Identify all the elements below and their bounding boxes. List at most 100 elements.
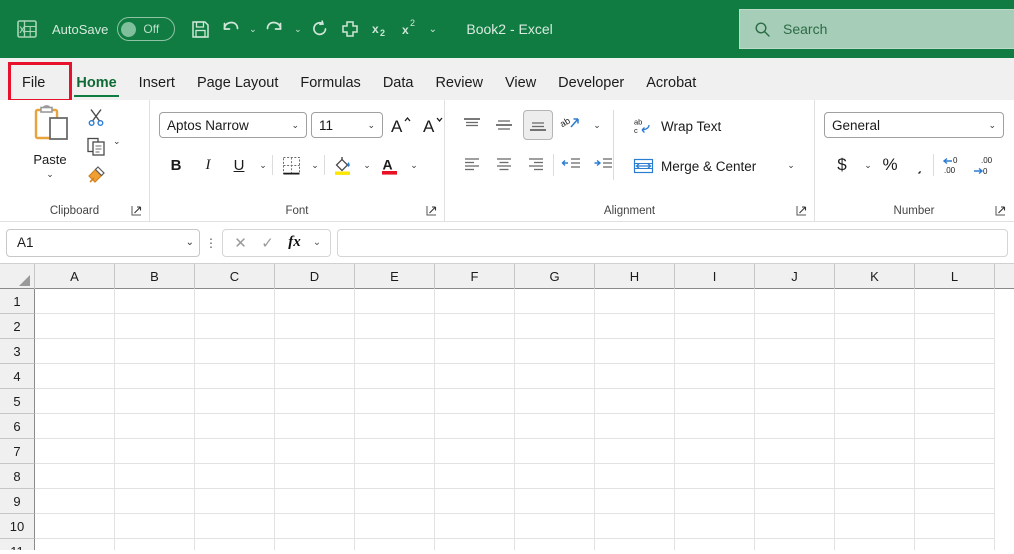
tab-acrobat[interactable]: Acrobat xyxy=(635,75,707,101)
alignment-dialog-launcher[interactable] xyxy=(795,204,808,217)
cell-J8[interactable] xyxy=(755,464,835,489)
cell-F2[interactable] xyxy=(435,314,515,339)
cell-C10[interactable] xyxy=(195,514,275,539)
cell-A5[interactable] xyxy=(35,389,115,414)
cell-H8[interactable] xyxy=(595,464,675,489)
font-size-combo[interactable]: 11 ⌄ xyxy=(311,112,383,138)
font-name-caret-icon[interactable]: ⌄ xyxy=(288,120,302,131)
cell-E11[interactable] xyxy=(355,539,435,550)
cell-G6[interactable] xyxy=(515,414,595,439)
wrap-text-button[interactable]: ab c Wrap Text xyxy=(631,112,722,140)
font-color-dropdown-caret-icon[interactable]: ⌄ xyxy=(401,152,427,178)
formula-input[interactable] xyxy=(337,228,1008,257)
name-box-caret-icon[interactable]: ⌄ xyxy=(186,237,194,248)
cell-G5[interactable] xyxy=(515,389,595,414)
column-header-f[interactable]: F xyxy=(435,264,515,289)
cell-F5[interactable] xyxy=(435,389,515,414)
subscript-icon[interactable]: x 2 xyxy=(365,14,395,44)
cell-B4[interactable] xyxy=(115,364,195,389)
cell-B9[interactable] xyxy=(115,489,195,514)
comma-style-button[interactable]: ͵ xyxy=(907,152,933,178)
cell-K9[interactable] xyxy=(835,489,915,514)
increase-font-size-button[interactable]: A xyxy=(388,112,414,138)
cell-L8[interactable] xyxy=(915,464,995,489)
name-box[interactable]: A1 ⌄ xyxy=(6,228,200,257)
insert-function-button[interactable]: fx xyxy=(281,231,308,255)
copy-dropdown-caret-icon[interactable]: ⌄ xyxy=(113,136,121,147)
column-header-b[interactable]: B xyxy=(115,264,195,289)
cell-C6[interactable] xyxy=(195,414,275,439)
tab-developer[interactable]: Developer xyxy=(547,75,635,101)
formula-bar-options-icon[interactable]: ⋮ xyxy=(200,237,222,249)
cell-G7[interactable] xyxy=(515,439,595,464)
cell-K2[interactable] xyxy=(835,314,915,339)
cell-H11[interactable] xyxy=(595,539,675,550)
cell-K10[interactable] xyxy=(835,514,915,539)
insert-function-caret-icon[interactable]: ⌄ xyxy=(308,231,326,255)
save-icon[interactable] xyxy=(185,14,215,44)
cell-L6[interactable] xyxy=(915,414,995,439)
cell-B2[interactable] xyxy=(115,314,195,339)
cell-F3[interactable] xyxy=(435,339,515,364)
cell-F6[interactable] xyxy=(435,414,515,439)
cell-J2[interactable] xyxy=(755,314,835,339)
redo-dropdown-caret-icon[interactable]: ⌄ xyxy=(290,14,305,44)
cell-L11[interactable] xyxy=(915,539,995,550)
tab-file[interactable]: File xyxy=(8,75,65,101)
cell-A10[interactable] xyxy=(35,514,115,539)
cell-E9[interactable] xyxy=(355,489,435,514)
cell-C3[interactable] xyxy=(195,339,275,364)
tab-page-layout[interactable]: Page Layout xyxy=(186,75,289,101)
cell-G11[interactable] xyxy=(515,539,595,550)
cell-L2[interactable] xyxy=(915,314,995,339)
cell-I3[interactable] xyxy=(675,339,755,364)
cell-C8[interactable] xyxy=(195,464,275,489)
underline-button[interactable]: U xyxy=(226,152,252,178)
cell-J9[interactable] xyxy=(755,489,835,514)
italic-button[interactable]: I xyxy=(195,152,221,178)
column-header-h[interactable]: H xyxy=(595,264,675,289)
cell-E5[interactable] xyxy=(355,389,435,414)
cell-L5[interactable] xyxy=(915,389,995,414)
cell-C11[interactable] xyxy=(195,539,275,550)
column-header-j[interactable]: J xyxy=(755,264,835,289)
cell-J3[interactable] xyxy=(755,339,835,364)
cell-F8[interactable] xyxy=(435,464,515,489)
cell-B10[interactable] xyxy=(115,514,195,539)
cell-L10[interactable] xyxy=(915,514,995,539)
cell-A11[interactable] xyxy=(35,539,115,550)
cell-J1[interactable] xyxy=(755,289,835,314)
undo-icon[interactable] xyxy=(215,14,245,44)
cell-G2[interactable] xyxy=(515,314,595,339)
cell-H1[interactable] xyxy=(595,289,675,314)
cell-D10[interactable] xyxy=(275,514,355,539)
align-top-button[interactable] xyxy=(459,112,485,138)
cell-G8[interactable] xyxy=(515,464,595,489)
tab-view[interactable]: View xyxy=(494,75,547,101)
decrease-decimal-button[interactable]: .00 0 xyxy=(971,152,997,178)
increase-decimal-button[interactable]: 0 .00 xyxy=(941,152,967,178)
row-header-4[interactable]: 4 xyxy=(0,364,35,389)
column-header-l[interactable]: L xyxy=(915,264,995,289)
align-center-button[interactable] xyxy=(491,152,517,178)
row-header-2[interactable]: 2 xyxy=(0,314,35,339)
cell-B7[interactable] xyxy=(115,439,195,464)
cell-I6[interactable] xyxy=(675,414,755,439)
cell-I8[interactable] xyxy=(675,464,755,489)
cell-A3[interactable] xyxy=(35,339,115,364)
clipboard-dialog-launcher[interactable] xyxy=(130,204,143,217)
cell-J5[interactable] xyxy=(755,389,835,414)
cell-B3[interactable] xyxy=(115,339,195,364)
cell-H4[interactable] xyxy=(595,364,675,389)
tab-formulas[interactable]: Formulas xyxy=(289,75,371,101)
font-size-caret-icon[interactable]: ⌄ xyxy=(364,120,378,131)
cell-I11[interactable] xyxy=(675,539,755,550)
cell-D9[interactable] xyxy=(275,489,355,514)
align-middle-button[interactable] xyxy=(491,112,517,138)
font-color-button[interactable]: A xyxy=(377,152,403,178)
cell-D2[interactable] xyxy=(275,314,355,339)
paste-button[interactable]: Paste ⌄ xyxy=(18,104,82,194)
row-header-7[interactable]: 7 xyxy=(0,439,35,464)
cell-F4[interactable] xyxy=(435,364,515,389)
tab-insert[interactable]: Insert xyxy=(128,75,186,101)
